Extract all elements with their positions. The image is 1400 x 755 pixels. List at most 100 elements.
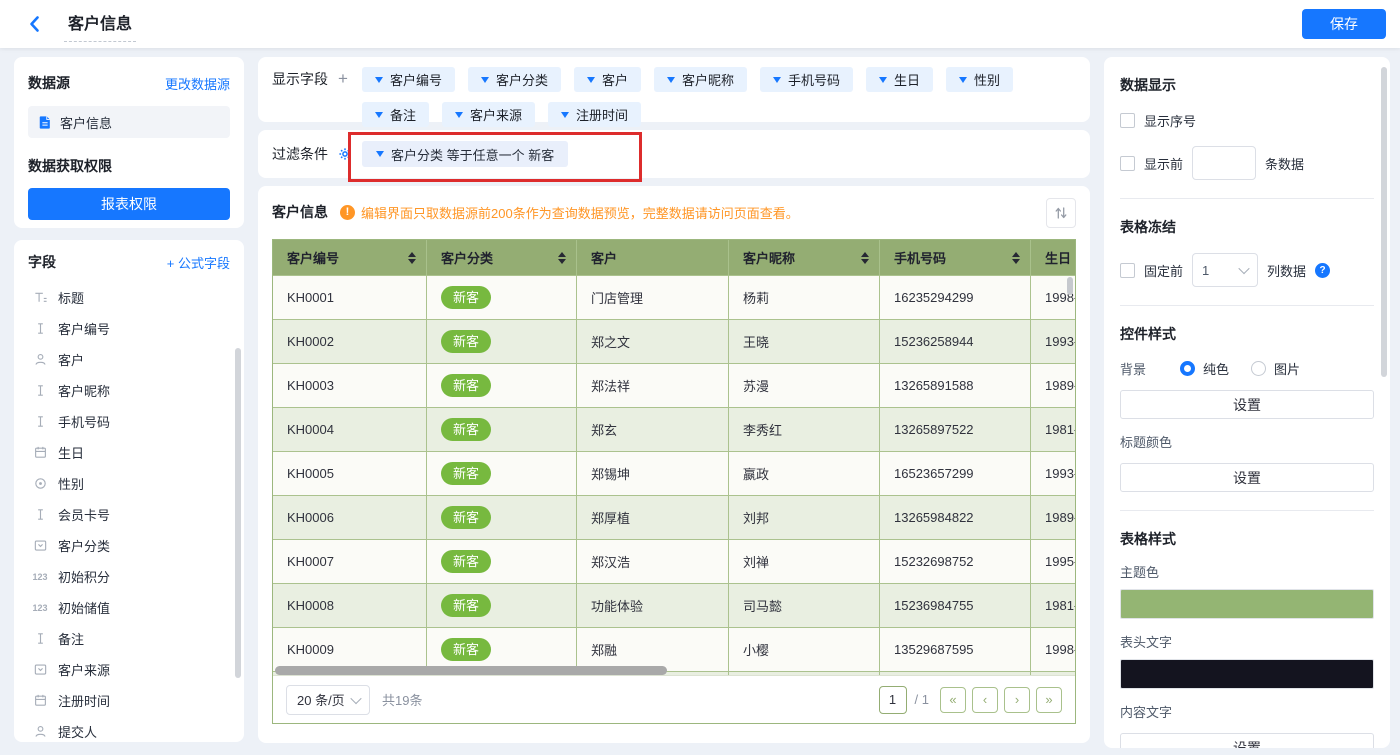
- display-field-tag[interactable]: 生日: [866, 67, 933, 92]
- cell-customer: 郑锡坤: [577, 452, 729, 495]
- background-set-button[interactable]: 设置: [1120, 390, 1374, 419]
- display-field-tag[interactable]: 手机号码: [760, 67, 853, 92]
- filter-condition-tag[interactable]: 客户分类 等于任意一个 新客: [362, 141, 568, 167]
- cell-category: 新客: [427, 628, 577, 671]
- cell-customer: 门店管理: [577, 276, 729, 319]
- add-display-field-button[interactable]: +: [336, 67, 350, 112]
- field-item-gender[interactable]: 性别: [28, 468, 230, 499]
- field-item-init-points[interactable]: 123初始积分: [28, 561, 230, 592]
- display-field-tag[interactable]: 性别: [946, 67, 1013, 92]
- column-header-customer-code[interactable]: 客户编号: [273, 240, 427, 275]
- calendar-icon: [31, 693, 49, 708]
- save-button[interactable]: 保存: [1302, 9, 1386, 39]
- horizontal-scrollbar[interactable]: [275, 666, 667, 675]
- display-field-tag[interactable]: 客户编号: [362, 67, 455, 92]
- display-field-tag[interactable]: 客户分类: [468, 67, 561, 92]
- permission-title: 数据获取权限: [28, 156, 230, 176]
- show-first-count-input[interactable]: [1192, 146, 1256, 180]
- cell-birthday: 1993-06: [1031, 452, 1075, 495]
- table-row: KH0008 新客 功能体验 司马懿 15236984755 1981-06: [273, 583, 1075, 627]
- document-icon: [38, 115, 52, 130]
- category-badge: 新客: [441, 418, 491, 441]
- display-field-tag[interactable]: 备注: [362, 102, 429, 127]
- cell-category: 新客: [427, 320, 577, 363]
- field-item-phone[interactable]: 手机号码: [28, 406, 230, 437]
- cell-nickname: 李秀红: [729, 408, 880, 451]
- theme-color-swatch[interactable]: [1120, 589, 1374, 619]
- page-size-select[interactable]: 20 条/页: [286, 685, 370, 715]
- fields-scrollbar[interactable]: [235, 348, 241, 678]
- display-field-tag[interactable]: 注册时间: [548, 102, 641, 127]
- field-item-submitter[interactable]: 提交人: [28, 716, 230, 742]
- prev-page-button[interactable]: ‹: [972, 687, 998, 713]
- show-index-checkbox[interactable]: [1120, 113, 1135, 128]
- cell-code: KH0007: [273, 540, 427, 583]
- cell-category: 新客: [427, 584, 577, 627]
- field-item-category[interactable]: 客户分类: [28, 530, 230, 561]
- page-title: 客户信息: [64, 7, 136, 42]
- table-vertical-scrollbar[interactable]: [1067, 277, 1073, 295]
- field-item-remark[interactable]: 备注: [28, 623, 230, 654]
- field-item-register-time[interactable]: 注册时间: [28, 685, 230, 716]
- current-page-input[interactable]: 1: [879, 686, 907, 714]
- help-question-icon[interactable]: ?: [1315, 263, 1330, 278]
- caret-down-icon: [455, 112, 463, 118]
- image-radio[interactable]: [1251, 361, 1266, 376]
- add-formula-field-link[interactable]: + 公式字段: [167, 253, 230, 272]
- freeze-count-select[interactable]: 1: [1192, 253, 1258, 287]
- table-scroll-area: 客户编号 客户分类 客户 客户昵称 手机号码 生日 KH0001 新客 门店管理…: [273, 240, 1075, 676]
- datasource-item[interactable]: 客户信息: [28, 106, 230, 138]
- show-index-label: 显示序号: [1144, 111, 1196, 130]
- display-fields-card: 显示字段 + 客户编号 客户分类 客户 客户昵称 手机号码 生日 性别 备注 客…: [258, 57, 1090, 122]
- caret-down-icon: [375, 77, 383, 83]
- caret-down-icon: [561, 112, 569, 118]
- back-icon[interactable]: [26, 15, 44, 33]
- show-first-checkbox[interactable]: [1120, 156, 1135, 171]
- field-item-nickname[interactable]: 客户昵称: [28, 375, 230, 406]
- settings-scrollbar[interactable]: [1381, 67, 1387, 377]
- report-permission-button[interactable]: 报表权限: [28, 188, 230, 220]
- background-label: 背景: [1120, 359, 1180, 378]
- freeze-columns-checkbox[interactable]: [1120, 263, 1135, 278]
- title-color-set-button[interactable]: 设置: [1120, 463, 1374, 492]
- first-page-button[interactable]: «: [940, 687, 966, 713]
- next-page-button[interactable]: ›: [1004, 687, 1030, 713]
- cell-customer: 郑法祥: [577, 364, 729, 407]
- cell-customer: 郑融: [577, 628, 729, 671]
- solid-color-radio[interactable]: [1180, 361, 1195, 376]
- column-header-category[interactable]: 客户分类: [427, 240, 577, 275]
- chevron-down-icon: [1238, 263, 1249, 274]
- cell-phone: 13529687595: [880, 628, 1031, 671]
- caret-down-icon: [879, 77, 887, 83]
- caret-down-icon: [959, 77, 967, 83]
- text-icon: [31, 321, 49, 336]
- field-item-birthday[interactable]: 生日: [28, 437, 230, 468]
- cell-nickname: 嬴政: [729, 452, 880, 495]
- display-field-tag[interactable]: 客户来源: [442, 102, 535, 127]
- field-item-source[interactable]: 客户来源: [28, 654, 230, 685]
- theme-color-label: 主题色: [1120, 562, 1374, 581]
- cell-category: 新客: [427, 364, 577, 407]
- field-item-customer[interactable]: 客户: [28, 344, 230, 375]
- field-item-title[interactable]: 标题: [28, 282, 230, 313]
- change-datasource-link[interactable]: 更改数据源: [165, 74, 230, 93]
- field-item-member-card[interactable]: 会员卡号: [28, 499, 230, 530]
- filter-settings-gear-icon[interactable]: [337, 146, 353, 162]
- header-text-color-swatch[interactable]: [1120, 659, 1374, 689]
- divider: [1120, 305, 1374, 306]
- cell-nickname: 杨莉: [729, 276, 880, 319]
- content-text-set-button[interactable]: 设置: [1120, 733, 1374, 748]
- field-item-init-stored-value[interactable]: 123初始储值: [28, 592, 230, 623]
- field-item-customer-code[interactable]: 客户编号: [28, 313, 230, 344]
- cell-nickname: 苏漫: [729, 364, 880, 407]
- preview-warning: ! 编辑界面只取数据源前200条作为查询数据预览，完整数据请访问页面查看。: [340, 203, 799, 222]
- last-page-button[interactable]: »: [1036, 687, 1062, 713]
- total-count: 共19条: [382, 690, 422, 709]
- display-field-tag[interactable]: 客户: [574, 67, 641, 92]
- column-header-nickname[interactable]: 客户昵称: [729, 240, 880, 275]
- column-header-phone[interactable]: 手机号码: [880, 240, 1031, 275]
- display-field-tag[interactable]: 客户昵称: [654, 67, 747, 92]
- table-row: KH0001 新客 门店管理 杨莉 16235294299 1998-05: [273, 275, 1075, 319]
- table-row: KH0003 新客 郑法祥 苏漫 13265891588 1989-11: [273, 363, 1075, 407]
- sort-order-button[interactable]: [1046, 198, 1076, 228]
